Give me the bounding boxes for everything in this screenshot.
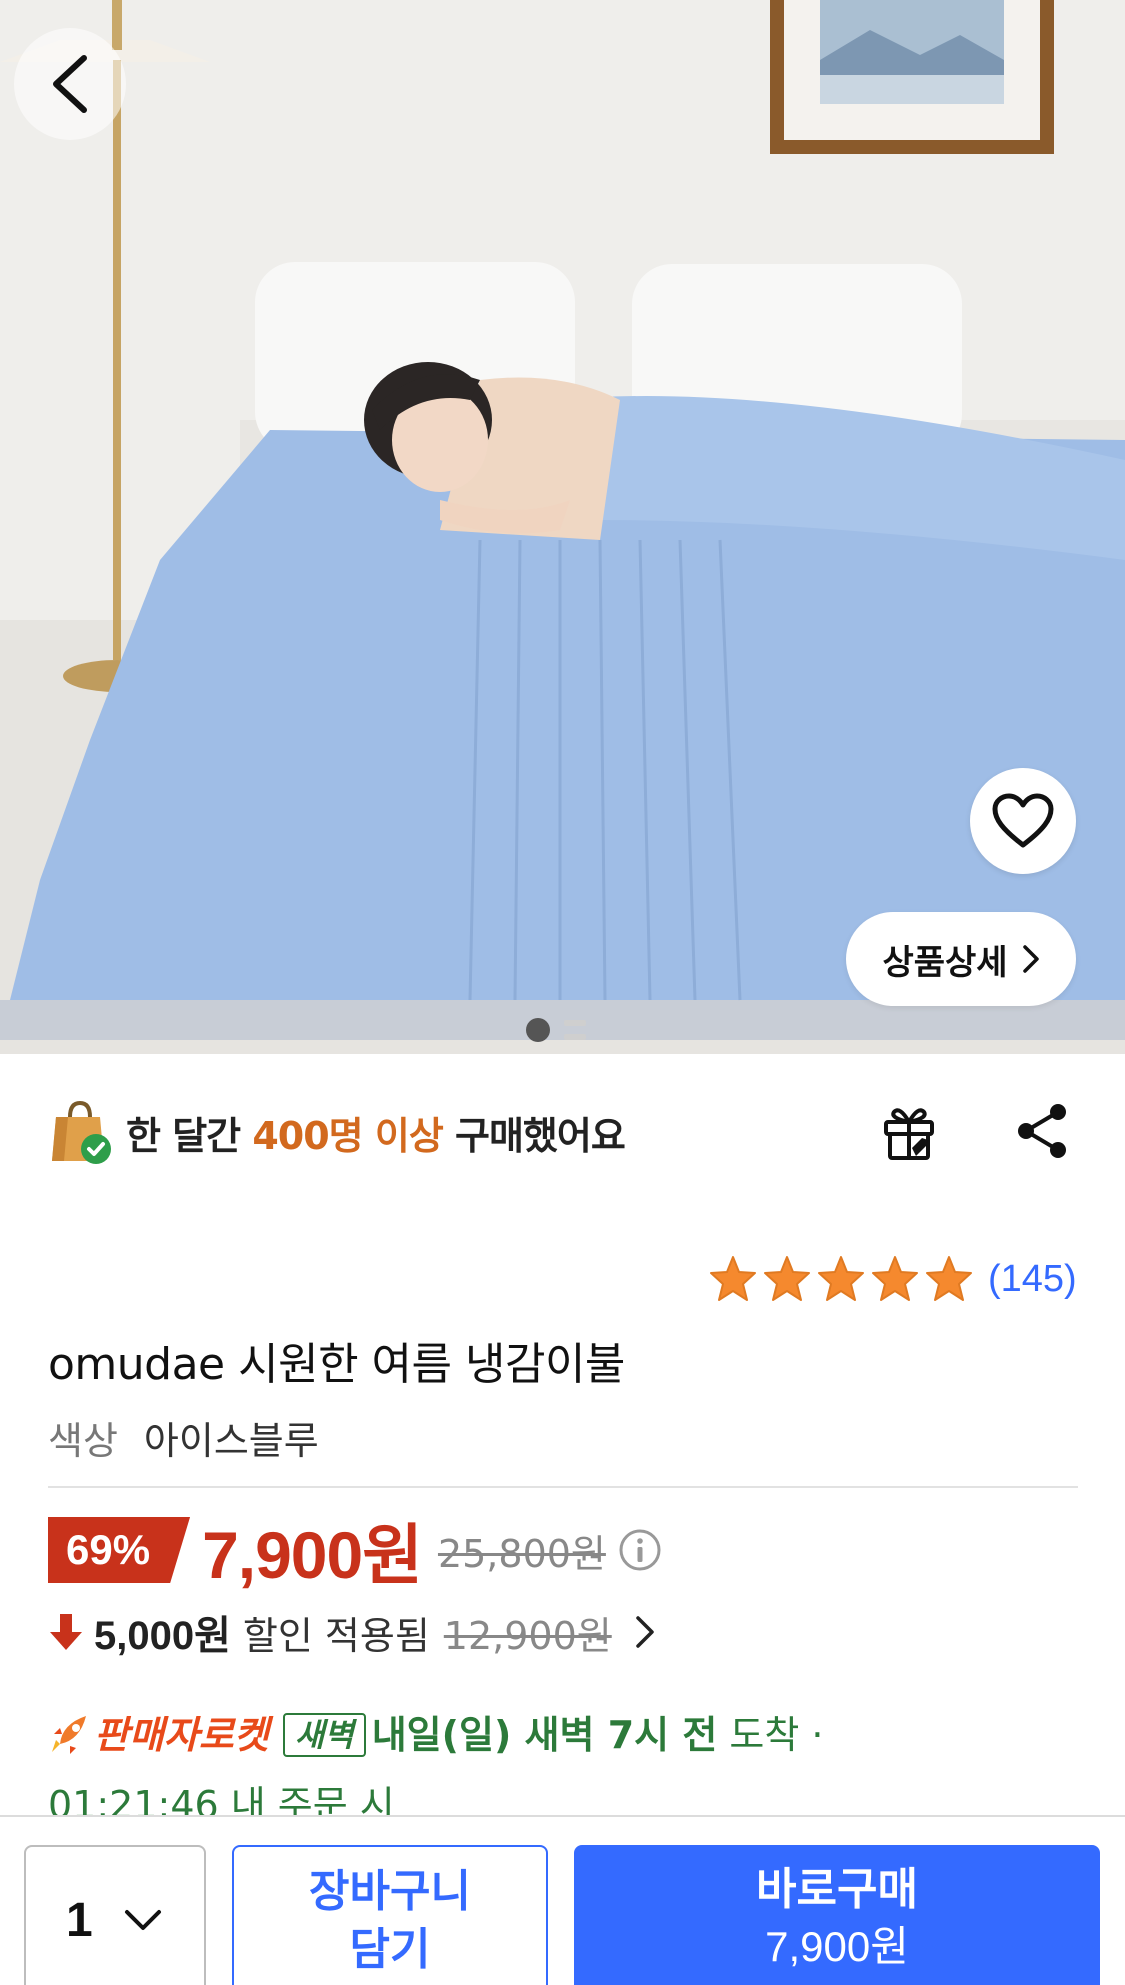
buy-label: 바로구매 <box>756 1864 918 1915</box>
carousel-indicator <box>526 1018 586 1042</box>
back-button[interactable] <box>14 28 126 140</box>
star-icon <box>926 1256 972 1301</box>
coupon-discount-row[interactable]: 5,000원 할인 적용됨 12,900원 <box>48 1602 660 1662</box>
star-icon <box>818 1256 864 1301</box>
chevron-right-icon <box>1022 945 1039 973</box>
shopping-bag-icon <box>52 1100 111 1164</box>
star-icon <box>764 1256 810 1301</box>
down-arrow-icon <box>50 1614 82 1650</box>
carousel-dot-inactive <box>564 1018 586 1042</box>
rocket-icon <box>52 1716 86 1754</box>
share-icon[interactable] <box>1012 1100 1074 1162</box>
carousel-dot-active <box>526 1018 550 1042</box>
gift-icon[interactable] <box>878 1100 940 1162</box>
coupon-label: 할인 적용됨 <box>242 1613 430 1658</box>
bottom-action-bar: 1 장바구니 담기 바로구매 7,900원 <box>0 1815 1125 1985</box>
info-icon[interactable] <box>618 1528 662 1572</box>
arrival-word: 도착 · <box>717 1713 824 1757</box>
purchase-suffix: 구매했어요 <box>442 1113 626 1158</box>
purchase-count-row: 한 달간 400명 이상 구매했어요 <box>48 1096 1078 1168</box>
quantity-value: 1 <box>66 1893 93 1947</box>
original-price: 25,800원 <box>437 1531 606 1576</box>
coupon-original-price: 12,900원 <box>443 1613 612 1658</box>
arrival-time: 내일(일) 새벽 7시 전 <box>371 1713 718 1757</box>
product-photo <box>0 0 1125 1054</box>
discount-badge: 69% <box>48 1517 191 1583</box>
selected-option[interactable]: 색상 아이스블루 <box>48 1410 319 1465</box>
wishlist-button[interactable] <box>970 768 1076 874</box>
divider <box>48 1486 1078 1488</box>
star-icon <box>710 1256 756 1301</box>
purchase-count-text: 한 달간 400명 이상 구매했어요 <box>126 1105 626 1160</box>
sale-price: 7,900원 <box>202 1518 423 1592</box>
option-key: 색상 <box>48 1419 118 1463</box>
product-title: omudae 시원한 여름 냉감이불 <box>48 1339 625 1390</box>
chevron-right-icon <box>635 1616 654 1648</box>
quantity-select[interactable]: 1 <box>24 1845 206 1985</box>
buy-price: 7,900원 <box>765 1923 909 1970</box>
coupon-amount: 5,000원 <box>94 1614 231 1658</box>
price-row: 69% 7,900원 25,800원 <box>48 1514 662 1592</box>
purchase-highlight: 400명 이상 <box>252 1113 443 1158</box>
purchase-prefix: 한 달간 <box>126 1113 253 1158</box>
product-detail-button[interactable]: 상품상세 <box>846 912 1076 1006</box>
back-icon <box>53 55 87 113</box>
rating-summary[interactable]: (145) <box>708 1254 1077 1304</box>
product-image-carousel[interactable]: 상품상세 <box>0 0 1125 1054</box>
option-value: 아이스블루 <box>143 1419 319 1463</box>
cart-label-line2: 담기 <box>349 1924 431 1975</box>
cart-label-line1: 장바구니 <box>309 1866 471 1917</box>
buy-now-button[interactable]: 바로구매 7,900원 <box>574 1845 1100 1985</box>
star-icon <box>872 1256 918 1301</box>
heart-icon <box>992 793 1054 848</box>
review-count[interactable]: (145) <box>988 1258 1077 1301</box>
product-detail-label: 상품상세 <box>882 942 1008 983</box>
seller-rocket-label: 판매자로켓 <box>94 1713 269 1757</box>
dawn-delivery-badge: 새벽 <box>282 1713 366 1757</box>
chevron-down-icon <box>124 1910 161 1930</box>
add-to-cart-button[interactable]: 장바구니 담기 <box>232 1845 548 1985</box>
